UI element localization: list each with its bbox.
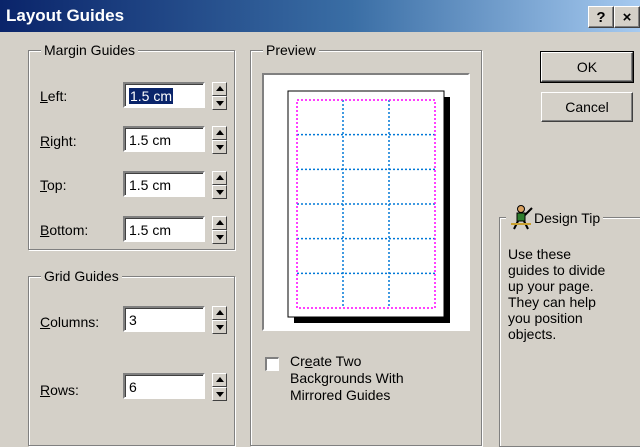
columns-label: Columns: xyxy=(40,314,100,330)
spin-up-icon[interactable] xyxy=(212,306,227,320)
mirrored-guides-checkbox[interactable] xyxy=(265,357,279,371)
ok-button[interactable]: OK xyxy=(540,51,634,83)
design-tip-figure-icon xyxy=(511,205,533,230)
design-tip-legend: Design Tip xyxy=(506,204,604,230)
rows-input[interactable]: 6 xyxy=(123,373,205,399)
columns-input[interactable]: 3 xyxy=(123,306,205,332)
spin-down-icon[interactable] xyxy=(212,96,227,110)
top-margin-input[interactable]: 1.5 cm xyxy=(123,171,205,197)
right-margin-spinner[interactable] xyxy=(212,126,227,154)
rows-spinner[interactable] xyxy=(212,373,227,401)
spin-up-icon[interactable] xyxy=(212,373,227,387)
left-margin-input[interactable]: 1.5 cm xyxy=(123,82,205,108)
preview-frame xyxy=(262,73,470,331)
spin-down-icon[interactable] xyxy=(212,320,227,334)
bottom-margin-input[interactable]: 1.5 cm xyxy=(123,216,205,242)
spin-up-icon[interactable] xyxy=(212,216,227,230)
grid-guides-group: Grid Guides xyxy=(28,267,235,446)
spin-down-icon[interactable] xyxy=(212,185,227,199)
help-button[interactable]: ? xyxy=(588,6,614,28)
window-title: Layout Guides xyxy=(6,6,125,25)
columns-spinner[interactable] xyxy=(212,306,227,334)
spin-down-icon[interactable] xyxy=(212,387,227,401)
spin-up-icon[interactable] xyxy=(212,171,227,185)
mirrored-guides-label[interactable]: Create Two Backgrounds With Mirrored Gui… xyxy=(290,353,404,404)
top-margin-spinner[interactable] xyxy=(212,171,227,199)
bottom-margin-label: Bottom: xyxy=(40,222,89,238)
spin-down-icon[interactable] xyxy=(212,140,227,154)
spin-down-icon[interactable] xyxy=(212,230,227,244)
bottom-margin-spinner[interactable] xyxy=(212,216,227,244)
cancel-button[interactable]: Cancel xyxy=(541,92,633,122)
spin-up-icon[interactable] xyxy=(212,82,227,96)
grid-guides-legend: Grid Guides xyxy=(41,267,122,285)
rows-label: Rows: xyxy=(40,382,79,398)
design-tip-text: Use these guides to divide up your page.… xyxy=(508,246,606,342)
left-margin-spinner[interactable] xyxy=(212,82,227,110)
left-margin-label: Left: xyxy=(40,88,68,104)
preview-legend: Preview xyxy=(263,41,319,59)
right-margin-label: Right: xyxy=(40,133,77,149)
right-margin-input[interactable]: 1.5 cm xyxy=(123,126,205,152)
spin-up-icon[interactable] xyxy=(212,126,227,140)
page-preview xyxy=(287,90,450,323)
margin-guides-legend: Margin Guides xyxy=(41,41,139,59)
top-margin-label: Top: xyxy=(40,177,67,193)
close-button[interactable]: × xyxy=(614,6,640,28)
title-bar: Layout Guides ? × xyxy=(0,0,640,32)
